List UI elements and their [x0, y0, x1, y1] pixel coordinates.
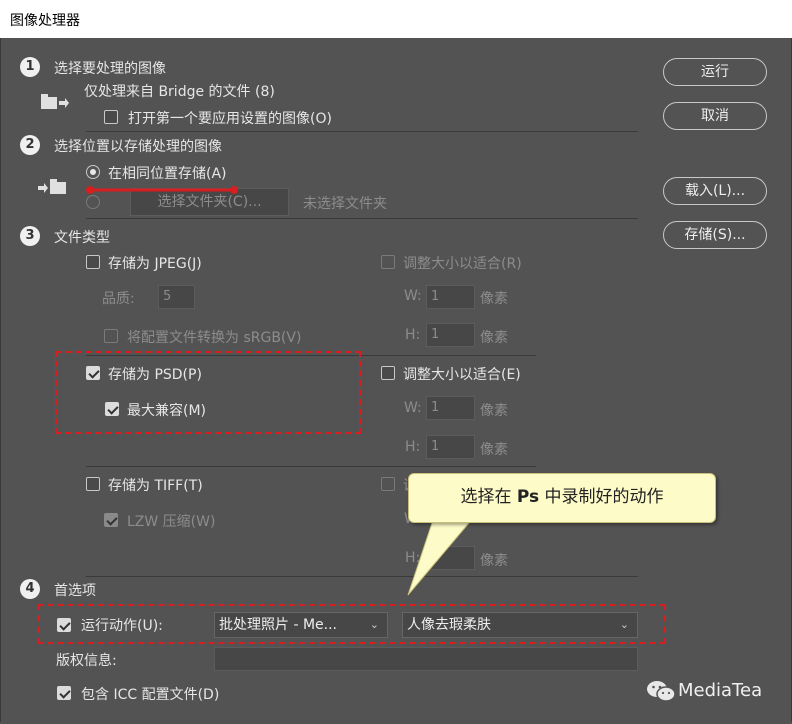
step-1-badge: 1: [20, 57, 40, 77]
run-button[interactable]: 运行: [663, 58, 767, 86]
psd-width-input[interactable]: 1: [426, 396, 475, 420]
section3-title: 文件类型: [54, 230, 110, 246]
step-3-badge: 3: [20, 226, 40, 246]
open-first-image-checkbox[interactable]: [104, 110, 118, 124]
save-jpeg-label: 存储为 JPEG(J): [108, 256, 202, 272]
convert-srgb-label: 将配置文件转换为 sRGB(V): [127, 330, 302, 346]
callout-ps: Ps: [516, 487, 540, 507]
callout-suffix: 中录制好的动作: [539, 487, 664, 507]
no-folder-text: 未选择文件夹: [303, 196, 387, 212]
callout-pointer: [407, 516, 476, 596]
bridge-source-text: 仅处理来自 Bridge 的文件 (8): [84, 84, 275, 100]
same-location-radio[interactable]: [86, 165, 100, 179]
divider: [86, 218, 638, 219]
jpeg-width-input[interactable]: 1: [426, 285, 475, 309]
psd-resize-checkbox[interactable]: [381, 366, 395, 380]
save-jpeg-checkbox[interactable]: [86, 255, 100, 269]
red-line-annotation: [86, 186, 238, 194]
load-button[interactable]: 载入(L)...: [663, 177, 767, 205]
psd-w-label: W:: [404, 400, 422, 416]
save-tiff-checkbox[interactable]: [86, 477, 100, 491]
lzw-compression-checkbox[interactable]: [104, 513, 118, 527]
include-icc-label: 包含 ICC 配置文件(D): [81, 687, 220, 703]
jpeg-height-input[interactable]: 1: [426, 323, 475, 347]
psd-resize-label: 调整大小以适合(E): [403, 367, 521, 383]
jpeg-h-label: H:: [405, 327, 421, 343]
divider: [86, 576, 638, 577]
divider: [86, 131, 638, 132]
watermark-text: MediaTea: [678, 680, 763, 701]
convert-srgb-checkbox[interactable]: [104, 329, 118, 343]
same-location-label: 在相同位置存储(A): [108, 166, 227, 182]
save-button[interactable]: 存储(S)...: [663, 221, 767, 249]
psd-highlight-box: [55, 351, 361, 434]
include-icc-checkbox[interactable]: [57, 686, 71, 700]
quality-label: 品质:: [102, 291, 135, 307]
callout-bubble: 选择在 Ps 中录制好的动作: [408, 473, 716, 523]
section2-title: 选择位置以存储处理的图像: [54, 139, 222, 155]
quality-input[interactable]: 5: [158, 285, 195, 309]
psd-w-unit: 像素: [480, 403, 508, 419]
action-highlight-box: [38, 604, 666, 644]
psd-height-input[interactable]: 1: [426, 435, 475, 459]
jpeg-w-label: W:: [404, 288, 422, 304]
select-folder-radio[interactable]: [86, 195, 100, 209]
jpeg-resize-checkbox[interactable]: [381, 255, 395, 269]
window-title: 图像处理器: [10, 13, 80, 29]
jpeg-w-unit: 像素: [480, 291, 508, 307]
arrow-folder-icon: [38, 179, 66, 194]
title-bar: 图像处理器: [0, 0, 792, 38]
save-tiff-label: 存储为 TIFF(T): [108, 478, 203, 494]
jpeg-h-unit: 像素: [480, 330, 508, 346]
step-2-badge: 2: [20, 135, 40, 155]
psd-h-unit: 像素: [480, 442, 508, 458]
jpeg-resize-label: 调整大小以适合(R): [403, 256, 522, 272]
step-4-badge: 4: [20, 579, 40, 599]
folder-arrow-icon: [41, 94, 69, 109]
section1-title: 选择要处理的图像: [54, 61, 166, 77]
open-first-image-label: 打开第一个要应用设置的图像(O): [128, 111, 332, 127]
copyright-label: 版权信息:: [56, 653, 117, 669]
psd-h-label: H:: [405, 439, 421, 455]
lzw-compression-label: LZW 压缩(W): [127, 514, 216, 530]
divider: [86, 466, 536, 467]
copyright-input[interactable]: [214, 647, 638, 671]
callout-prefix: 选择在: [460, 487, 517, 507]
section4-title: 首选项: [54, 583, 96, 599]
tiff-resize-checkbox[interactable]: [381, 477, 395, 491]
wechat-icon: [647, 681, 676, 702]
cancel-button[interactable]: 取消: [663, 102, 767, 130]
